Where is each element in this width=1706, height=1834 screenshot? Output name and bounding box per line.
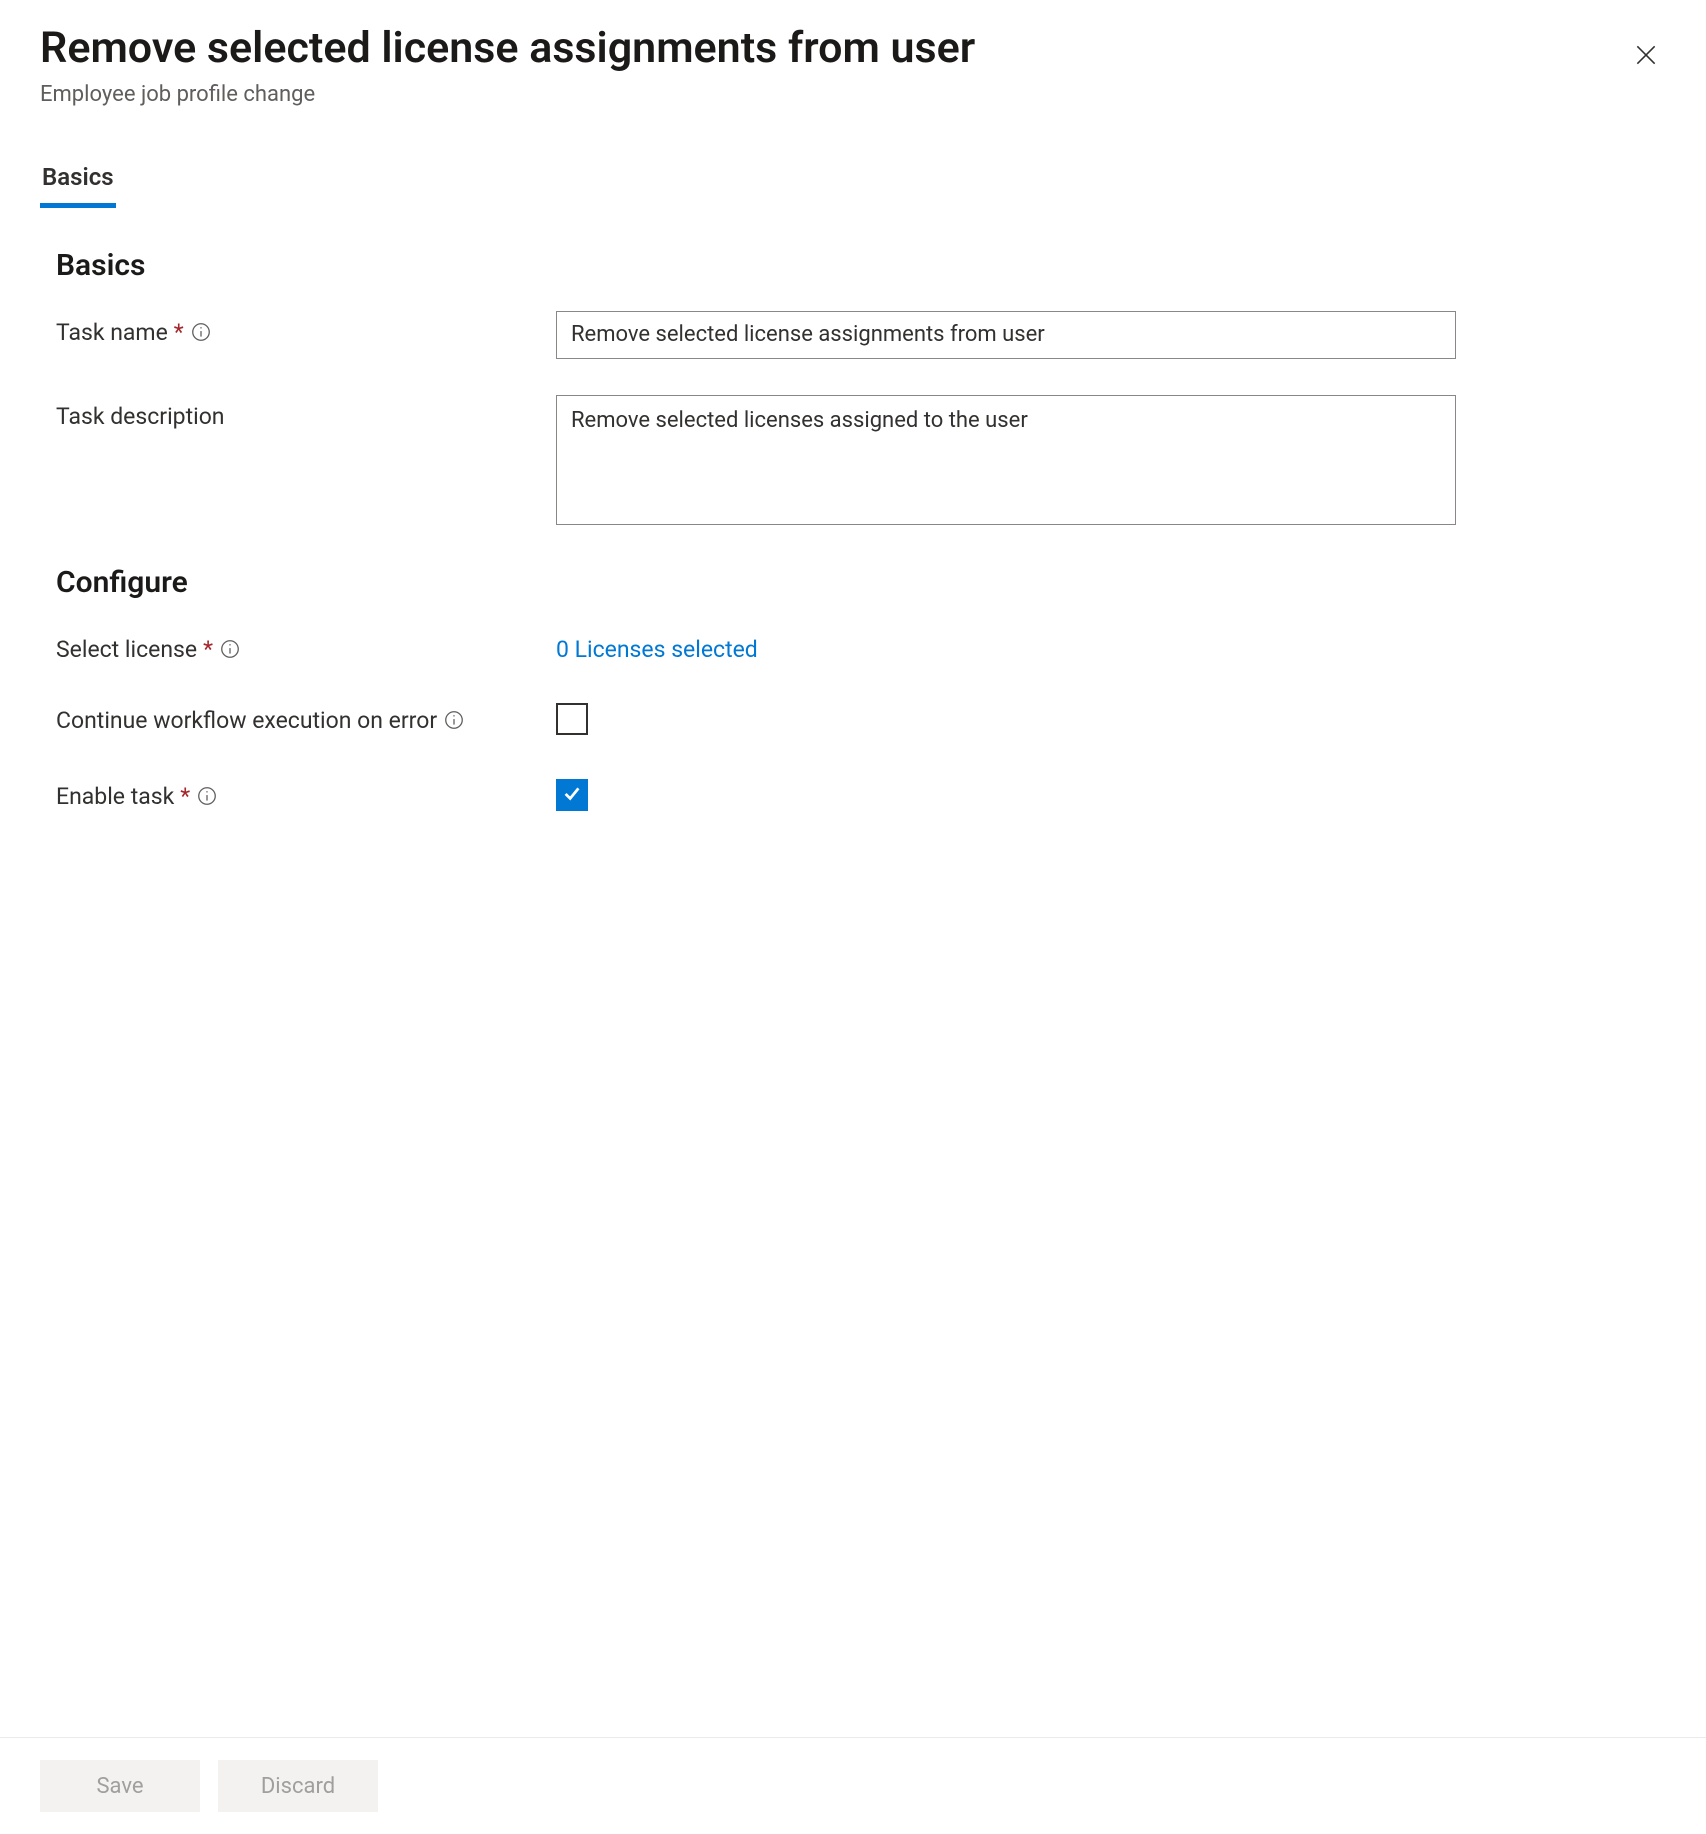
continue-on-error-label-group: Continue workflow execution on error [56, 699, 556, 734]
discard-button[interactable]: Discard [218, 1760, 378, 1812]
continue-on-error-label: Continue workflow execution on error [56, 707, 437, 734]
form-area: Basics Task name * Task description Conf… [0, 208, 1706, 1737]
panel-title: Remove selected license assignments from… [40, 22, 1666, 76]
task-description-label: Task description [56, 403, 225, 430]
close-icon [1633, 42, 1659, 71]
panel-header: Remove selected license assignments from… [0, 0, 1706, 107]
save-button[interactable]: Save [40, 1760, 200, 1812]
required-marker: * [203, 636, 213, 663]
panel-subtitle: Employee job profile change [40, 82, 1666, 107]
task-description-input[interactable] [556, 395, 1456, 525]
task-description-label-group: Task description [56, 395, 556, 430]
field-select-license: Select license * 0 Licenses selected [56, 628, 1666, 663]
section-heading-configure: Configure [56, 565, 1666, 600]
tab-strip: Basics [0, 107, 1706, 208]
select-license-label-group: Select license * [56, 628, 556, 663]
select-license-label: Select license [56, 636, 197, 663]
enable-task-label: Enable task [56, 783, 174, 810]
required-marker: * [174, 319, 184, 346]
enable-task-checkbox[interactable] [556, 779, 588, 811]
task-name-label: Task name [56, 319, 168, 346]
required-marker: * [180, 783, 190, 810]
field-continue-on-error: Continue workflow execution on error [56, 699, 1666, 739]
field-task-name: Task name * [56, 311, 1666, 359]
info-icon[interactable] [219, 638, 241, 660]
field-task-description: Task description [56, 395, 1666, 529]
task-name-label-group: Task name * [56, 311, 556, 346]
select-license-link[interactable]: 0 Licenses selected [556, 628, 758, 663]
info-icon[interactable] [190, 321, 212, 343]
tab-basics[interactable]: Basics [40, 163, 116, 208]
task-name-input[interactable] [556, 311, 1456, 359]
task-edit-panel: Remove selected license assignments from… [0, 0, 1706, 1834]
panel-footer: Save Discard [0, 1737, 1706, 1834]
enable-task-label-group: Enable task * [56, 775, 556, 810]
checkmark-icon [561, 782, 583, 808]
info-icon[interactable] [196, 785, 218, 807]
section-heading-basics: Basics [56, 248, 1666, 283]
info-icon[interactable] [443, 709, 465, 731]
field-enable-task: Enable task * [56, 775, 1666, 811]
continue-on-error-checkbox[interactable] [556, 703, 588, 735]
close-button[interactable] [1628, 38, 1664, 74]
